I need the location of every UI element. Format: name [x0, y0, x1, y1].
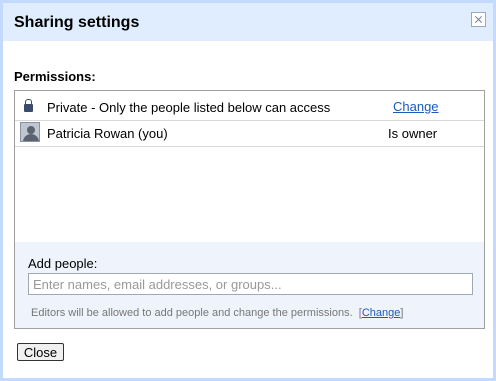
visibility-text: Private - Only the people listed below c…	[47, 100, 331, 115]
visibility-row: Private - Only the people listed below c…	[15, 94, 484, 121]
person-row: Patricia Rowan (you) Is owner	[15, 120, 484, 147]
close-icon[interactable]	[471, 12, 486, 27]
dialog-title: Sharing settings	[14, 14, 140, 31]
person-role: Is owner	[388, 126, 438, 141]
permissions-list: Private - Only the people listed below c…	[14, 90, 485, 329]
hint-text: Editors will be allowed to add people an…	[31, 307, 353, 319]
add-people-label: Add people:	[28, 256, 98, 271]
hint-bracket-close: ]	[400, 307, 404, 319]
add-people-input[interactable]	[28, 273, 473, 295]
sharing-settings-dialog: Sharing settings Permissions: Private - …	[0, 0, 496, 381]
dialog-titlebar: Sharing settings	[3, 3, 493, 41]
permissions-hint: Editors will be allowed to add people an…	[31, 307, 403, 319]
person-name: Patricia Rowan (you)	[47, 126, 168, 141]
hint-change-link[interactable]: Change	[362, 307, 401, 319]
change-visibility-link[interactable]: Change	[393, 99, 439, 114]
add-people-section: Add people: Editors will be allowed to a…	[15, 242, 484, 328]
close-button[interactable]: Close	[17, 343, 64, 361]
avatar	[20, 122, 40, 142]
lock-icon	[24, 99, 33, 112]
permissions-heading: Permissions:	[14, 69, 96, 84]
